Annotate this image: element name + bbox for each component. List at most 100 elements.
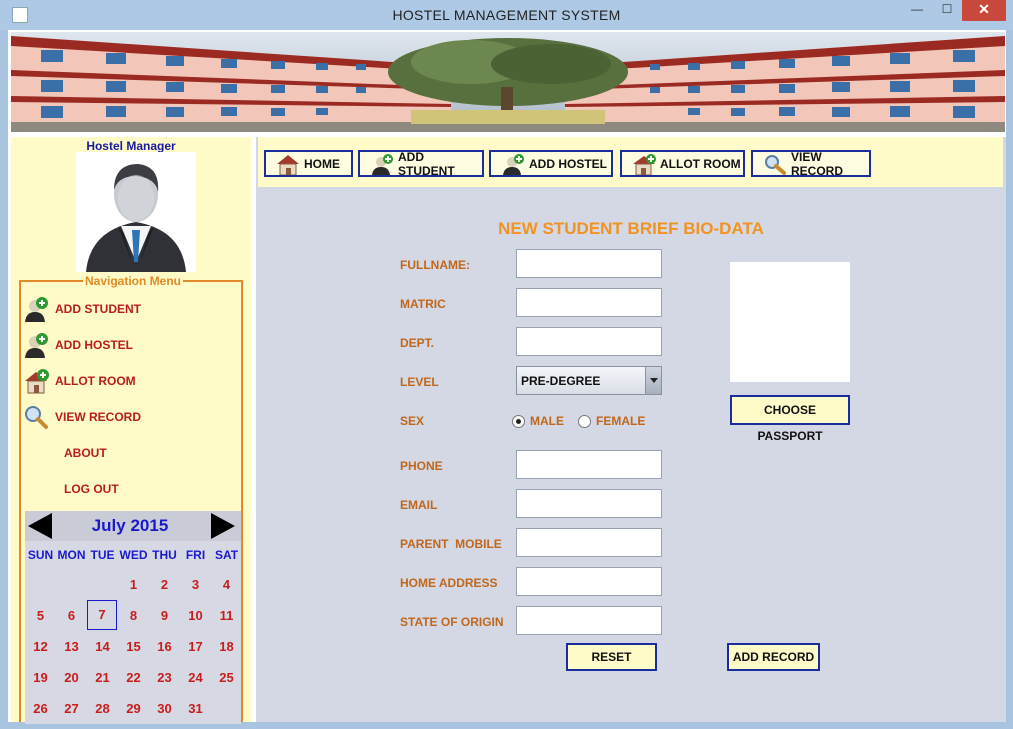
calendar-day[interactable]: 12	[25, 631, 56, 662]
nav-item-about[interactable]: ABOUT	[64, 438, 107, 468]
sex-label: SEX	[400, 414, 425, 428]
dept-label: DEPT.	[400, 336, 435, 350]
view-record-button[interactable]: VIEW RECORD	[751, 149, 871, 178]
matric-field[interactable]	[516, 288, 662, 317]
calendar-day[interactable]: 11	[211, 600, 241, 631]
calendar-day[interactable]: 10	[180, 600, 211, 631]
client-area: Hostel Manager Navigation Menu ADD STUDE…	[8, 30, 1006, 724]
fullname-label: FULLNAME:	[400, 258, 470, 272]
home-icon	[276, 153, 300, 175]
calendar-day[interactable]: 3	[180, 569, 211, 600]
nav-item-label: LOG OUT	[64, 482, 119, 496]
add-record-button[interactable]: ADD RECORD	[727, 643, 820, 671]
parent-mobile-field[interactable]	[516, 528, 662, 557]
choose-passport-button[interactable]: CHOOSE PASSPORT	[730, 395, 850, 443]
nav-item-log-out[interactable]: LOG OUT	[64, 474, 119, 504]
nav-item-add-student[interactable]: ADD STUDENT	[23, 294, 141, 324]
add-user-icon	[23, 296, 49, 322]
calendar-day[interactable]: 15	[118, 631, 149, 662]
matric-label: MATRIC	[400, 297, 446, 311]
add-user-icon	[501, 153, 525, 175]
calendar-day[interactable]: 16	[149, 631, 180, 662]
fullname-field[interactable]	[516, 249, 662, 278]
calendar-day[interactable]: 26	[25, 693, 56, 724]
navigation-menu-title: Navigation Menu	[83, 274, 184, 288]
calendar-day[interactable]: 22	[118, 662, 149, 693]
sidebar: Hostel Manager Navigation Menu ADD STUDE…	[11, 137, 251, 724]
parent-mobile-label: PARENT MOBILE	[400, 537, 502, 551]
radio-selected-icon	[512, 414, 525, 428]
nav-item-allot-room[interactable]: ALLOT ROOM	[23, 366, 136, 396]
window-title: HOSTEL MANAGEMENT SYSTEM	[392, 7, 621, 23]
calendar-day[interactable]: 14	[87, 631, 118, 662]
reset-button[interactable]: RESET	[566, 643, 657, 671]
add-student-button-label: ADD STUDENT	[398, 149, 455, 178]
calendar-day[interactable]: 4	[211, 569, 241, 600]
home-button[interactable]: HOME	[264, 150, 353, 177]
allot-room-button-label: ALLOT ROOM	[660, 156, 741, 171]
calendar-day[interactable]: 30	[149, 693, 180, 724]
navigation-menu: Navigation Menu ADD STUDENT ADD HOSTEL A…	[19, 274, 243, 724]
toolbar: HOME ADD STUDENT ADD HOSTEL ALLOT ROOM V…	[258, 137, 1003, 187]
calendar-day[interactable]: 13	[56, 631, 87, 662]
email-label: EMAIL	[400, 498, 438, 512]
add-hostel-button[interactable]: ADD HOSTEL	[489, 150, 613, 177]
calendar-weekday: THU	[152, 548, 177, 562]
calendar-day[interactable]: 21	[87, 662, 118, 693]
allot-room-button[interactable]: ALLOT ROOM	[620, 150, 745, 177]
sex-male-radio[interactable]: MALE	[512, 414, 564, 428]
calendar-day[interactable]: 9	[149, 600, 180, 631]
radio-unselected-icon	[578, 414, 591, 428]
title-bar[interactable]: HOSTEL MANAGEMENT SYSTEM — ☐ ✕	[0, 0, 1013, 30]
add-student-button[interactable]: ADD STUDENT	[358, 149, 484, 178]
chevron-down-icon[interactable]	[645, 367, 661, 394]
calendar-day[interactable]: 23	[149, 662, 180, 693]
magnifier-icon	[763, 153, 787, 175]
email-field[interactable]	[516, 489, 662, 518]
calendar-weekday: SUN	[27, 548, 54, 562]
minimize-button[interactable]: —	[902, 0, 932, 21]
nav-item-label: VIEW RECORD	[55, 410, 142, 424]
manager-label: Hostel Manager	[86, 139, 176, 153]
calendar-day[interactable]: 25	[211, 662, 241, 693]
close-button[interactable]: ✕	[962, 0, 1006, 21]
dept-field[interactable]	[516, 327, 662, 356]
level-label: LEVEL	[400, 375, 439, 389]
level-select[interactable]: PRE-DEGREE	[516, 366, 662, 395]
calendar-day[interactable]: 29	[118, 693, 149, 724]
view-record-button-label: VIEW RECORD	[791, 149, 844, 178]
calendar-day-selected[interactable]: 7	[87, 600, 117, 630]
calendar-day[interactable]: 31	[180, 693, 211, 724]
home-address-field[interactable]	[516, 567, 662, 596]
sex-female-radio[interactable]: FEMALE	[578, 414, 645, 428]
phone-field[interactable]	[516, 450, 662, 479]
calendar-day[interactable]: 18	[211, 631, 241, 662]
nav-item-add-hostel[interactable]: ADD HOSTEL	[23, 330, 133, 360]
state-of-origin-label: STATE OF ORIGIN	[400, 615, 504, 629]
passport-photo-preview	[730, 262, 850, 382]
calendar-day[interactable]: 24	[180, 662, 211, 693]
sex-male-label: MALE	[530, 414, 564, 428]
calendar-day[interactable]: 5	[25, 600, 56, 631]
state-of-origin-field[interactable]	[516, 606, 662, 635]
magnifier-icon	[23, 404, 49, 430]
calendar-day[interactable]: 19	[25, 662, 56, 693]
calendar-day[interactable]: 27	[56, 693, 87, 724]
calendar-day[interactable]: 20	[56, 662, 87, 693]
calendar-day[interactable]: 17	[180, 631, 211, 662]
hostel-banner-image	[11, 32, 1005, 132]
calendar-day[interactable]: 8	[118, 600, 149, 631]
next-month-arrow-icon[interactable]	[211, 513, 235, 539]
calendar-day[interactable]: 6	[56, 600, 87, 631]
manager-avatar	[76, 152, 196, 272]
nav-item-view-record[interactable]: VIEW RECORD	[23, 402, 141, 432]
calendar-day[interactable]: 1	[118, 569, 149, 600]
add-user-icon	[23, 332, 49, 358]
home-button-label: HOME	[304, 156, 340, 171]
prev-month-arrow-icon[interactable]	[28, 513, 52, 539]
calendar-weekday: TUE	[90, 548, 115, 562]
phone-label: PHONE	[400, 459, 443, 473]
calendar-day[interactable]: 2	[149, 569, 180, 600]
calendar-day[interactable]: 28	[87, 693, 118, 724]
maximize-button[interactable]: ☐	[932, 0, 962, 21]
